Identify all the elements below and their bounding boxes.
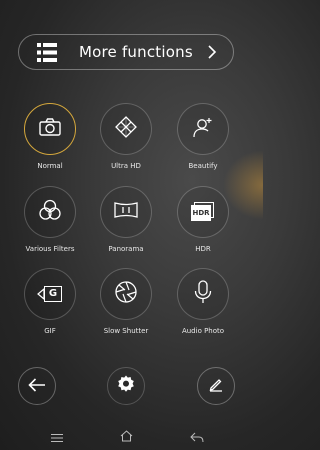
gif-icon-text: G [44,286,62,302]
mode-slow-shutter-circle [100,268,152,320]
hdr-icon-text: HDR [191,205,211,221]
mode-panorama-circle [100,186,152,238]
mode-various-filters[interactable]: Various Filters [20,186,80,253]
back-button[interactable] [18,367,56,405]
slow-shutter-icon [114,280,138,308]
mode-label: Slow Shutter [103,327,149,335]
mode-audio-photo[interactable]: Audio Photo [173,268,233,335]
edit-button[interactable] [197,367,235,405]
list-icon [37,43,57,66]
mode-gif-circle: G [24,268,76,320]
mode-beautify[interactable]: Beautify [173,103,233,170]
mode-panorama[interactable]: Panorama [96,186,156,253]
back-nav-icon[interactable] [190,428,204,447]
camera-icon [39,118,61,140]
mode-label: Ultra HD [111,162,141,170]
mode-label: Normal [37,162,63,170]
panorama-icon [114,202,138,222]
hdr-icon: HDR [191,202,215,222]
mode-ultra-hd-circle [100,103,152,155]
menu-icon[interactable] [51,428,63,447]
mode-gif[interactable]: G GIF [20,268,80,335]
mode-audio-photo-circle [177,268,229,320]
filters-icon [38,199,62,225]
system-navigation-bar [0,416,253,450]
gif-icon: G [37,286,63,302]
mode-slow-shutter[interactable]: Slow Shutter [96,268,156,335]
mode-label: Beautify [188,162,218,170]
mode-hdr-circle: HDR [177,186,229,238]
home-icon[interactable] [120,427,133,446]
mode-label: GIF [44,327,56,335]
beautify-icon [192,116,214,142]
ultra-hd-icon [115,116,137,142]
mode-beautify-circle [177,103,229,155]
pencil-icon [208,376,224,396]
more-functions-button[interactable]: More functions [18,34,234,70]
mode-various-filters-circle [24,186,76,238]
gear-icon [117,375,135,397]
chevron-right-icon [207,44,217,64]
mode-normal-circle [24,103,76,155]
more-functions-label: More functions [79,43,193,61]
arrow-left-icon [28,377,46,396]
mode-label: HDR [195,245,211,253]
settings-button[interactable] [107,367,145,405]
mode-hdr[interactable]: HDR HDR [173,186,233,253]
mode-label: Panorama [108,245,144,253]
mode-label: Various Filters [25,245,75,253]
mode-normal[interactable]: Normal [20,103,80,170]
mode-label: Audio Photo [181,327,225,335]
microphone-icon [194,280,212,308]
mode-ultra-hd[interactable]: Ultra HD [96,103,156,170]
